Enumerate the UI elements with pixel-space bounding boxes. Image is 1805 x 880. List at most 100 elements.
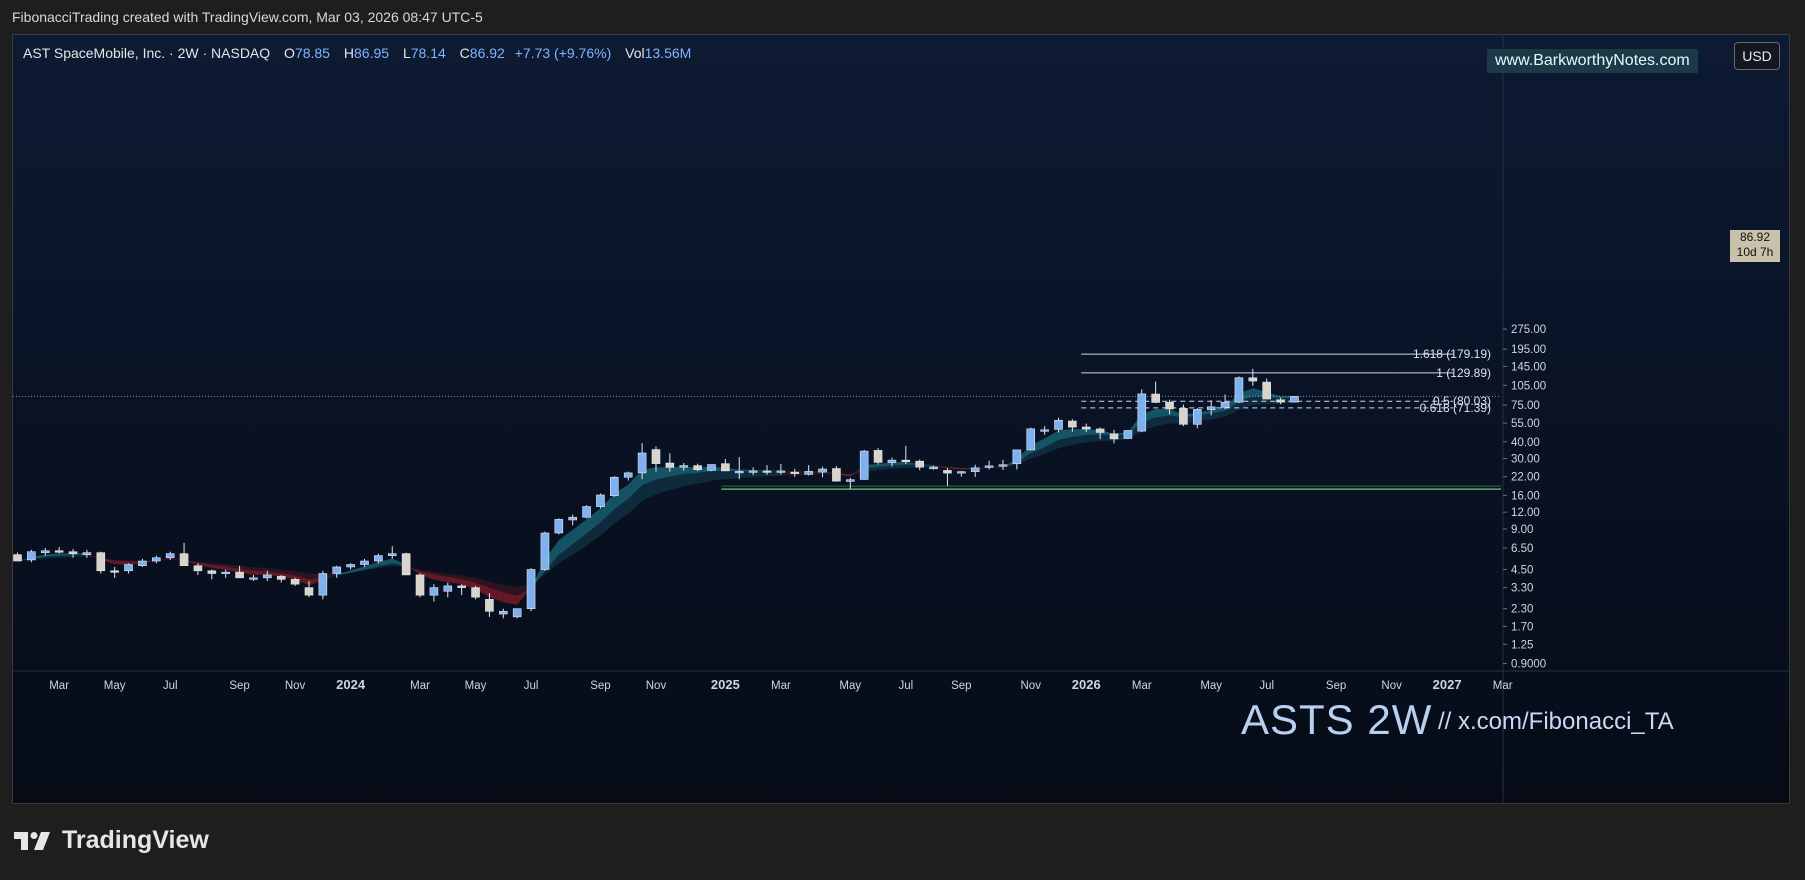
candle-body (374, 555, 383, 562)
candle-body (82, 552, 92, 555)
time-tick-label: Sep (590, 680, 610, 692)
chart-frame[interactable]: 1.618 (179.19) 1 (129.89) 0.5 (80.03) 0.618… (12, 34, 1790, 804)
price-chart[interactable]: 1.618 (179.19)1 (129.89)0.5 (80.03)0.618… (13, 35, 1790, 804)
time-tick-label: May (839, 680, 861, 692)
tradingview-logo[interactable]: TradingView (14, 826, 209, 855)
currency-button[interactable]: USD (1734, 42, 1780, 70)
candle-body (1220, 401, 1230, 408)
last-price: 86.92 (1739, 230, 1771, 244)
candle-body (360, 560, 369, 565)
candle-body (665, 462, 675, 468)
high-label: H (343, 45, 354, 61)
candle-body (1026, 428, 1036, 451)
candle-body (1248, 377, 1258, 382)
candle-body (221, 571, 230, 574)
candle-body (873, 450, 883, 463)
time-tick-label: Jul (524, 680, 539, 692)
candle-body (998, 464, 1008, 467)
candle-body (1095, 428, 1105, 433)
time-tick-label: Sep (229, 680, 249, 692)
candle-body (276, 576, 286, 580)
candle-body (1193, 409, 1202, 425)
candle-body (429, 587, 439, 596)
high-value: 86.95 (354, 45, 390, 61)
time-tick-label: 2024 (336, 677, 366, 692)
close-label: C (459, 45, 470, 61)
time-tick-label: Jul (898, 680, 913, 692)
watermark-url: www.BarkworthyNotes.com (1487, 49, 1698, 73)
candle-body (68, 551, 78, 554)
time-tick-label: Mar (49, 680, 69, 692)
volume-label: Vol (625, 45, 645, 61)
price-tick-label: 4.50 (1511, 564, 1533, 576)
watermark-title: ASTS 2W (1241, 696, 1433, 743)
time-tick-label: 2026 (1072, 677, 1101, 692)
candle-body (27, 551, 36, 561)
price-tick-label: 55.00 (1511, 418, 1540, 430)
candle-body (1290, 396, 1299, 403)
price-tick-label: 6.50 (1511, 543, 1533, 555)
candle-body (1276, 399, 1285, 403)
price-tick-label: 9.00 (1511, 524, 1533, 536)
candle-body (1081, 426, 1091, 430)
symbol-legend[interactable]: AST SpaceMobile, Inc. · 2W · NASDAQ O78.… (23, 45, 691, 61)
watermark-handle: // x.com/Fibonacci_TA (1438, 708, 1674, 735)
time-tick-label: May (465, 680, 487, 692)
time-tick-label: Jul (1259, 680, 1274, 692)
low-value: 78.14 (410, 45, 446, 61)
time-tick-label: Nov (646, 680, 667, 692)
last-price-tag: 86.92 10d 7h (1730, 230, 1780, 262)
low-label: L (402, 45, 411, 61)
candle-body (623, 472, 633, 478)
time-tick-label: Mar (1132, 680, 1152, 692)
open-value: 78.85 (294, 45, 330, 61)
price-tick-label: 3.30 (1511, 583, 1533, 595)
price-tick-label: 12.00 (1511, 507, 1540, 519)
candle-body (582, 506, 591, 518)
close-value: 86.92 (469, 45, 505, 61)
time-tick-label: Sep (1326, 680, 1346, 692)
price-tick-label: 105.00 (1511, 380, 1546, 392)
candle-body (651, 449, 661, 464)
candle-body (1054, 419, 1063, 430)
price-tick-label: 145.00 (1511, 361, 1546, 373)
candle-body (152, 557, 161, 562)
candle-body (762, 470, 772, 473)
candle-body (207, 570, 217, 574)
bar-countdown: 10d 7h (1736, 245, 1774, 259)
candle-body (1137, 393, 1147, 432)
candle-body (526, 569, 536, 610)
time-tick-label: Sep (951, 680, 971, 692)
candle-body (1262, 381, 1271, 400)
candle-body (346, 564, 355, 568)
candle-body (138, 560, 147, 567)
candle-body (249, 577, 258, 580)
candle-body (610, 476, 619, 496)
candle-body (1179, 408, 1188, 425)
time-tick-label: Nov (1381, 680, 1402, 692)
candle-body (471, 587, 480, 598)
price-tick-label: 2.30 (1511, 604, 1533, 616)
price-tick-label: 1.70 (1511, 621, 1533, 633)
price-tick-label: 30.00 (1511, 454, 1540, 466)
candle-body (1068, 420, 1077, 428)
fib-level-label: 1 (129.89) (1436, 366, 1491, 380)
candle-body (637, 452, 647, 474)
candle-body (790, 471, 800, 474)
candle-body (901, 459, 911, 462)
candle-body (734, 471, 744, 474)
price-tick-label: 16.00 (1511, 490, 1540, 502)
candle-body (721, 463, 730, 472)
candle-body (40, 550, 50, 553)
time-tick-label: May (104, 680, 126, 692)
change-value: +7.73 (+9.76%) (514, 45, 612, 61)
candle-body (401, 553, 411, 576)
chart-caption: FibonacciTrading created with TradingVie… (12, 9, 483, 25)
candle-body (1123, 430, 1133, 439)
candle-body (235, 571, 244, 579)
price-tick-label: 195.00 (1511, 344, 1546, 356)
price-tick-label: 0.9000 (1511, 659, 1546, 671)
candle-body (165, 553, 175, 559)
candle-body (179, 553, 189, 567)
candle-body (96, 552, 106, 572)
